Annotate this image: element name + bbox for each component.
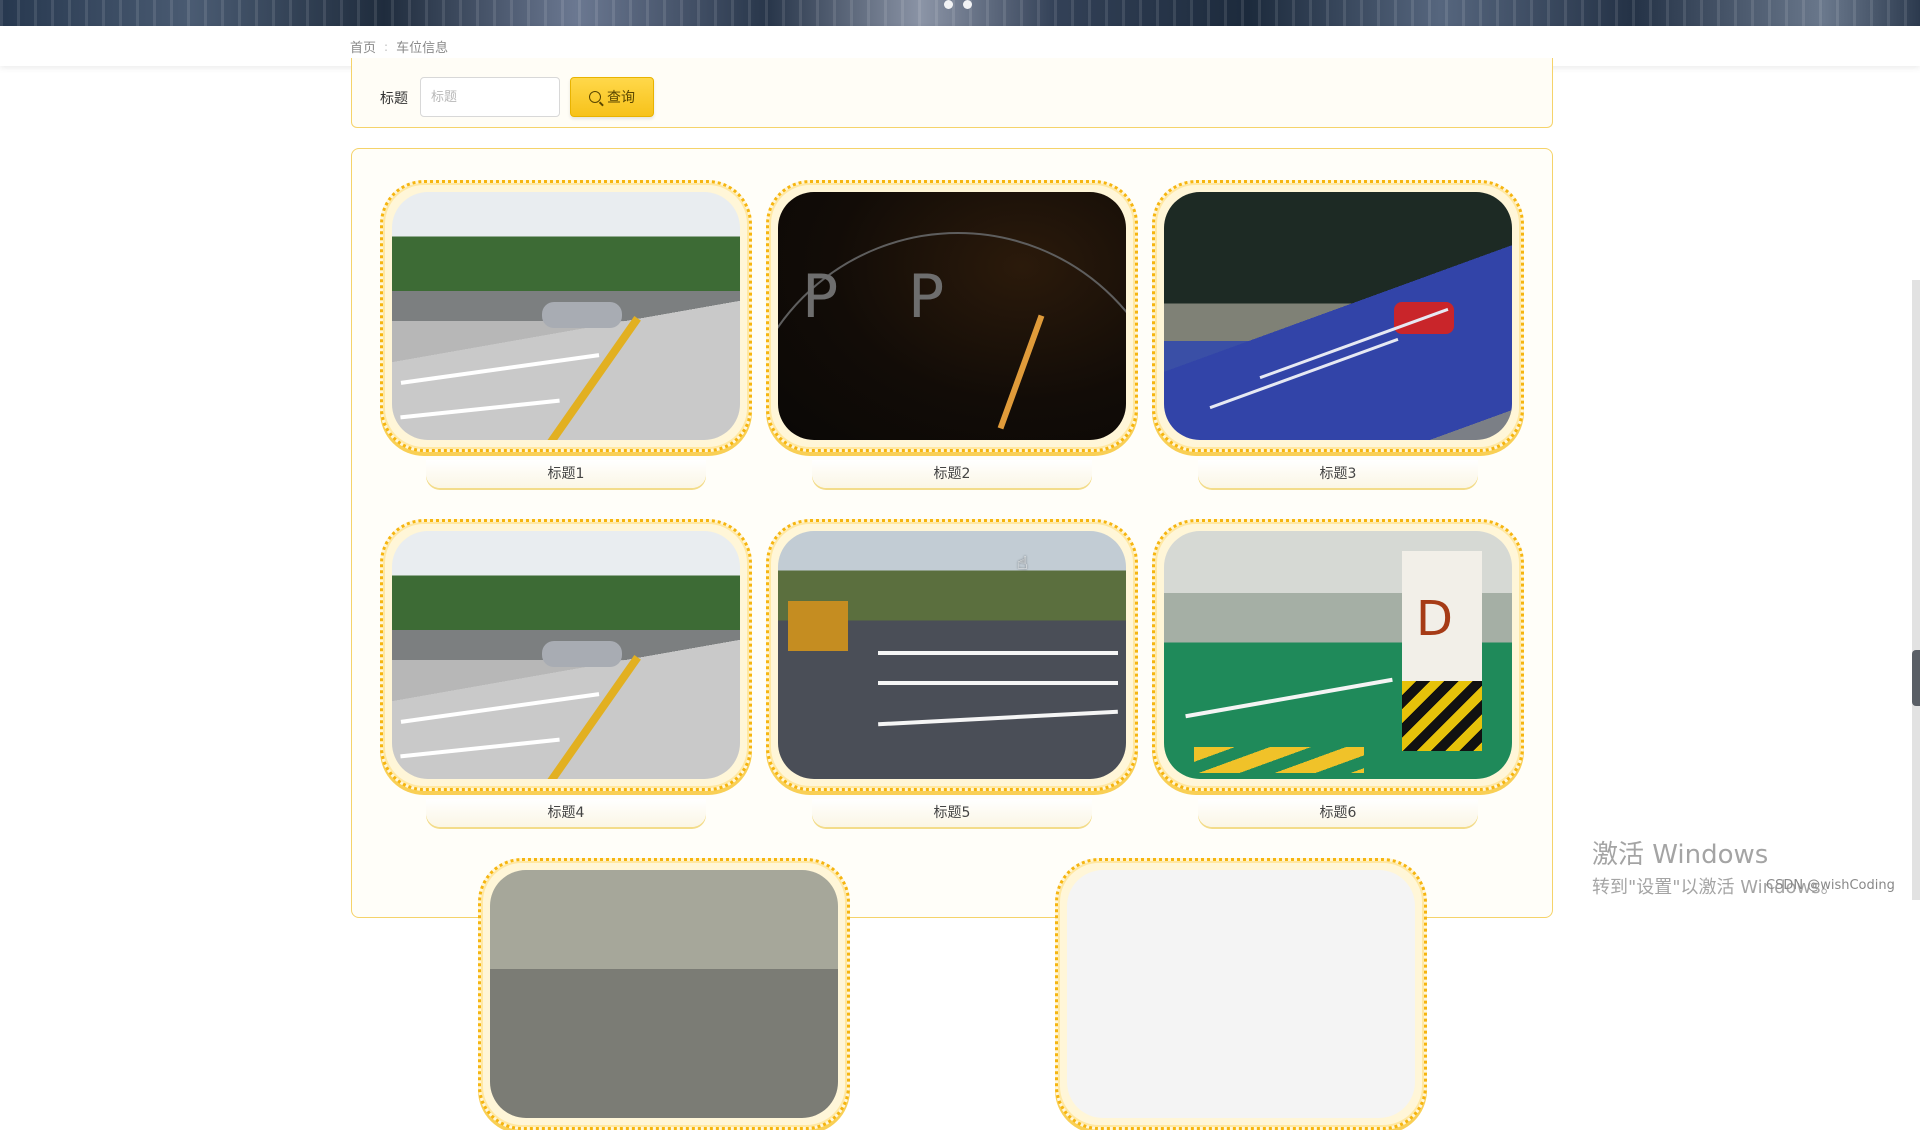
watermark-title: 激活 Windows bbox=[1592, 840, 1769, 870]
parking-card[interactable]: P P 标题2 bbox=[766, 180, 1138, 488]
carousel-dot[interactable] bbox=[944, 0, 953, 9]
hazard-stripes bbox=[1402, 681, 1482, 751]
breadcrumb: 首页 : 车位信息 bbox=[350, 37, 449, 57]
parking-photo bbox=[778, 531, 1126, 779]
breadcrumb-separator: : bbox=[384, 39, 389, 54]
parking-card[interactable] bbox=[478, 858, 850, 1130]
search-input[interactable] bbox=[420, 77, 560, 117]
lane-marking bbox=[1209, 337, 1399, 410]
parking-card[interactable]: 标题5 bbox=[766, 519, 1138, 827]
lane-marking bbox=[400, 692, 600, 724]
scrollbar-thumb[interactable] bbox=[1912, 650, 1920, 706]
scrollbar-track[interactable] bbox=[1912, 280, 1920, 900]
search-label: 标题 bbox=[380, 91, 408, 107]
parking-photo bbox=[392, 531, 740, 779]
parking-card[interactable]: 标题6 bbox=[1152, 519, 1524, 827]
lane-marking bbox=[1185, 677, 1393, 719]
lane-marking bbox=[531, 315, 641, 440]
card-title[interactable]: 标题3 bbox=[1198, 460, 1478, 488]
mouse-cursor-icon: ☝ bbox=[1017, 553, 1028, 574]
lane-marking bbox=[878, 651, 1118, 655]
parking-glyph: P bbox=[908, 262, 945, 332]
search-button-label: 查询 bbox=[607, 90, 635, 106]
parking-card[interactable] bbox=[1055, 858, 1427, 1130]
parking-photo: P P bbox=[778, 192, 1126, 440]
carousel-indicators bbox=[944, 0, 972, 9]
parking-card[interactable]: 标题4 bbox=[380, 519, 752, 827]
lane-marking bbox=[878, 709, 1118, 727]
card-image-frame[interactable] bbox=[380, 519, 752, 791]
lane-marking bbox=[531, 654, 641, 779]
parking-photo bbox=[392, 192, 740, 440]
carousel-dot[interactable] bbox=[963, 0, 972, 9]
breadcrumb-home-link[interactable]: 首页 bbox=[350, 37, 376, 56]
car-shape bbox=[542, 641, 622, 667]
car-shape bbox=[542, 302, 622, 328]
parking-card[interactable]: 标题1 bbox=[380, 180, 752, 488]
card-title[interactable]: 标题1 bbox=[426, 460, 706, 488]
credit-text: CSDN @wishCoding bbox=[1766, 878, 1895, 893]
parking-photo bbox=[1067, 870, 1415, 1118]
card-title[interactable]: 标题5 bbox=[812, 799, 1092, 827]
card-title[interactable]: 标题4 bbox=[426, 799, 706, 827]
lane-marking bbox=[400, 398, 560, 420]
breadcrumb-current: 车位信息 bbox=[396, 41, 449, 56]
search-button[interactable]: 查询 bbox=[570, 77, 654, 117]
card-image-frame[interactable]: P P bbox=[766, 180, 1138, 452]
card-image-frame[interactable] bbox=[766, 519, 1138, 791]
lane-marking bbox=[400, 737, 560, 759]
parking-glyph: P bbox=[802, 262, 839, 332]
yellow-stripes bbox=[1194, 747, 1364, 773]
card-image-frame[interactable] bbox=[1152, 519, 1524, 791]
parking-photo bbox=[1164, 192, 1512, 440]
card-title[interactable]: 标题6 bbox=[1198, 799, 1478, 827]
card-title[interactable]: 标题2 bbox=[812, 460, 1092, 488]
card-image-frame[interactable] bbox=[380, 180, 752, 452]
card-image-frame[interactable] bbox=[478, 858, 850, 1130]
lane-marking bbox=[878, 681, 1118, 685]
card-image-frame[interactable] bbox=[1055, 858, 1427, 1130]
lane-marking bbox=[400, 353, 600, 385]
lane-marking bbox=[1259, 307, 1449, 380]
search-icon bbox=[589, 91, 601, 103]
parking-photo bbox=[490, 870, 838, 1118]
parking-card[interactable]: 标题3 bbox=[1152, 180, 1524, 488]
parking-photo bbox=[1164, 531, 1512, 779]
truck-shape bbox=[788, 601, 848, 651]
card-image-frame[interactable] bbox=[1152, 180, 1524, 452]
